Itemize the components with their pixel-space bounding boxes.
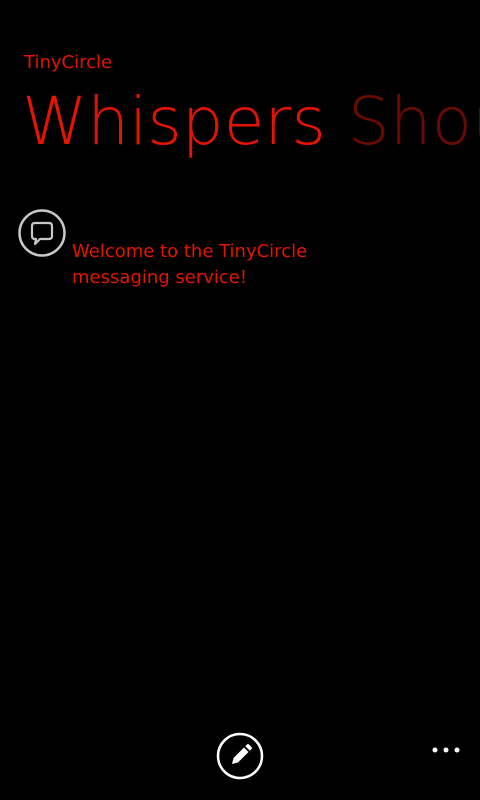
pivot-headers: Whispers Shou (22, 82, 480, 162)
screen: TinyCircle Whispers Shou Welcome to the T… (0, 0, 480, 800)
pencil-icon (216, 732, 264, 780)
app-title: TinyCircle (24, 52, 113, 73)
compose-button[interactable] (216, 732, 264, 780)
application-bar (0, 728, 480, 800)
more-options-button[interactable] (430, 740, 462, 760)
ellipsis-icon (432, 747, 460, 753)
message-text: Welcome to the TinyCircle messaging serv… (72, 241, 308, 288)
pivot-tab-whispers[interactable]: Whispers (22, 82, 326, 162)
chat-bubble-icon (18, 209, 66, 257)
pivot-tab-shouts[interactable]: Shou (348, 82, 480, 162)
